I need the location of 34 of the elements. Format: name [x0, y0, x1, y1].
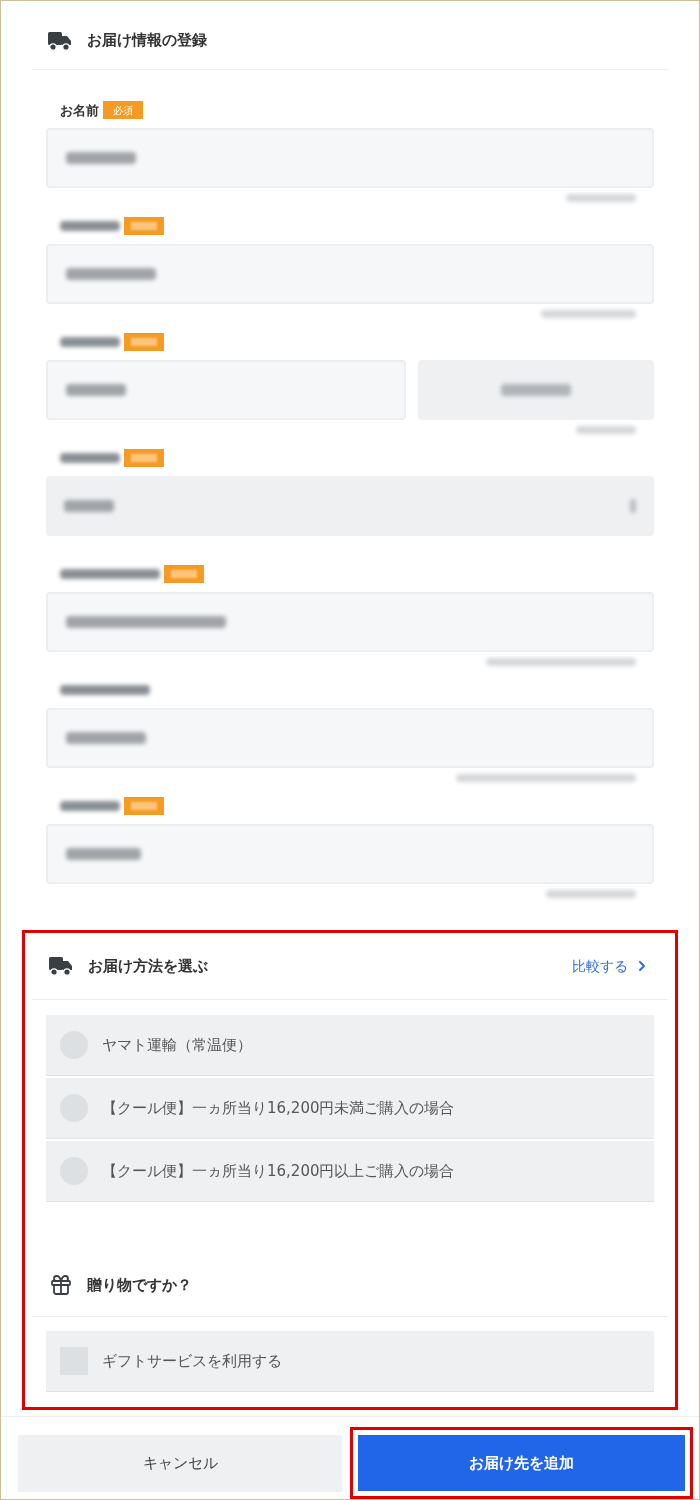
compare-link[interactable]: 比較する	[572, 955, 650, 977]
shipping-option[interactable]: 【クール便】一ヵ所当り16,200円以上ご購入の場合	[46, 1141, 654, 1203]
gift-service-option[interactable]: ギフトサービスを利用する	[46, 1331, 654, 1393]
blurred-text	[566, 194, 636, 203]
truck-icon	[47, 29, 73, 52]
section-title: 贈り物ですか？	[87, 1275, 192, 1297]
blurred-text	[64, 500, 114, 513]
blurred-text	[60, 221, 120, 232]
add-address-button[interactable]: お届け先を追加	[358, 1435, 685, 1491]
truck-icon	[48, 955, 74, 978]
shipping-option[interactable]: 【クール便】一ヵ所当り16,200円未満ご購入の場合	[46, 1078, 654, 1140]
field-label: お名前	[60, 101, 99, 120]
cancel-button[interactable]: キャンセル	[18, 1435, 342, 1492]
input-field[interactable]	[46, 128, 654, 189]
blurred-text	[501, 384, 571, 397]
input-field[interactable]	[46, 244, 654, 305]
select-field[interactable]	[46, 476, 654, 537]
blurred-text	[66, 152, 136, 165]
blurred-text	[630, 499, 636, 514]
blurred-text	[60, 337, 120, 348]
blurred-text	[60, 801, 120, 812]
input-field[interactable]	[46, 592, 654, 653]
required-badge: 必須	[103, 101, 143, 120]
address-search-button[interactable]	[418, 360, 654, 421]
input-field[interactable]	[46, 360, 406, 421]
blurred-text	[576, 426, 636, 435]
section-title: お届け情報の登録	[87, 30, 207, 52]
blurred-text	[60, 453, 120, 464]
input-field[interactable]	[46, 708, 654, 769]
input-field[interactable]	[46, 824, 654, 885]
blurred-text	[66, 384, 126, 397]
gift-icon	[49, 1273, 73, 1298]
shipping-option[interactable]: ヤマト運輸（常温便）	[46, 1015, 654, 1077]
section-title: お届け方法を選ぶ	[88, 956, 208, 978]
